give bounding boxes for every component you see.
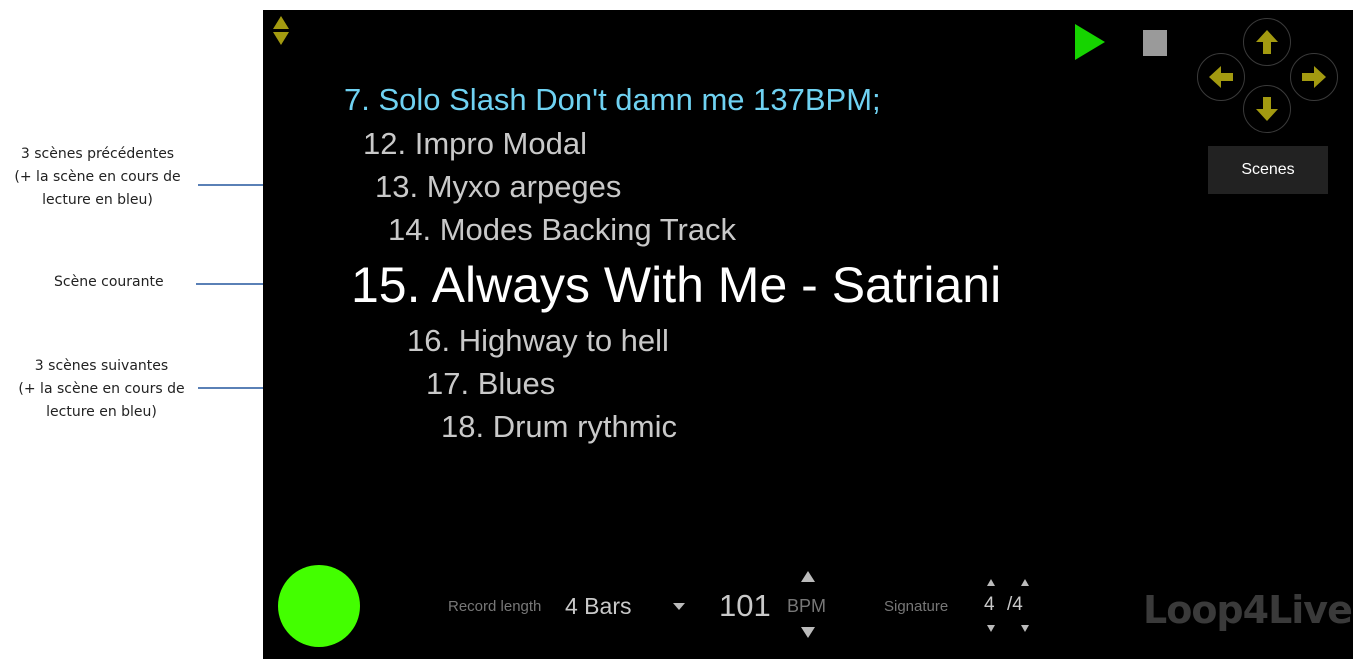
signature-denominator-down-icon[interactable] [1021,625,1029,632]
annotation-current-text: Scène courante [54,274,164,290]
arrow-left-icon [1209,66,1233,88]
stop-icon[interactable] [1143,30,1167,56]
scroll-down-icon[interactable] [273,32,289,45]
nav-up-button[interactable] [1243,18,1291,66]
signature-numerator-down-icon[interactable] [987,625,995,632]
scroll-up-icon[interactable] [273,16,289,29]
scene-previous-3[interactable]: 14. Modes Backing Track [388,212,736,248]
annotation-previous-line-2: (+ la scène en cours de [14,169,181,185]
scroll-arrows-icon[interactable] [273,16,293,45]
record-length-value[interactable]: 4 Bars [565,593,631,620]
annotation-current: Scène courante [20,271,215,294]
scenes-button[interactable]: Scenes [1208,146,1328,194]
annotation-previous-line-3: lecture en bleu) [42,192,153,208]
annotation-previous: 3 scènes précédentes (+ la scène en cour… [0,143,195,212]
scene-next-2[interactable]: 17. Blues [426,366,555,402]
scene-next-1[interactable]: 16. Highway to hell [407,323,669,359]
tempo-up-icon[interactable] [801,571,815,582]
tempo-unit-label: BPM [787,596,827,616]
arrow-up-icon [1256,30,1278,54]
scene-previous-1[interactable]: 12. Impro Modal [363,126,587,162]
arrow-down-icon [1256,97,1278,121]
signature-denominator-up-icon[interactable] [1021,579,1029,586]
nav-right-button[interactable] [1290,53,1338,101]
nav-left-button[interactable] [1197,53,1245,101]
annotation-next: 3 scènes suivantes (+ la scène en cours … [4,355,199,424]
app-window: 7. Solo Slash Don't damn me 137BPM; 12. … [263,10,1353,659]
signature-label: Signature [884,598,949,615]
annotation-next-line-2: (+ la scène en cours de [18,381,185,397]
nav-down-button[interactable] [1243,85,1291,133]
annotation-next-line-3: lecture en bleu) [46,404,157,420]
annotation-next-line-1: 3 scènes suivantes [34,358,169,374]
scene-previous-2[interactable]: 13. Myxo arpeges [375,169,621,205]
scene-current[interactable]: 15. Always With Me - Satriani [351,256,1001,314]
loop4live-logo: Loop4Live [1143,588,1353,632]
signature-numerator-up-icon[interactable] [987,579,995,586]
scene-next-3[interactable]: 18. Drum rythmic [441,409,677,445]
signature-numerator[interactable]: 4 [984,594,995,616]
record-indicator[interactable] [278,565,360,647]
dropdown-icon[interactable] [673,603,685,611]
tempo-down-icon[interactable] [801,627,815,638]
signature-denominator[interactable]: /4 [1007,594,1023,616]
play-icon[interactable] [1075,24,1105,60]
arrow-right-icon [1302,66,1326,88]
record-length-label: Record length [448,598,542,615]
annotation-previous-line-1: 3 scènes précédentes [20,146,175,162]
tempo-value[interactable]: 101 [719,588,771,624]
scene-playing[interactable]: 7. Solo Slash Don't damn me 137BPM; [344,82,881,118]
